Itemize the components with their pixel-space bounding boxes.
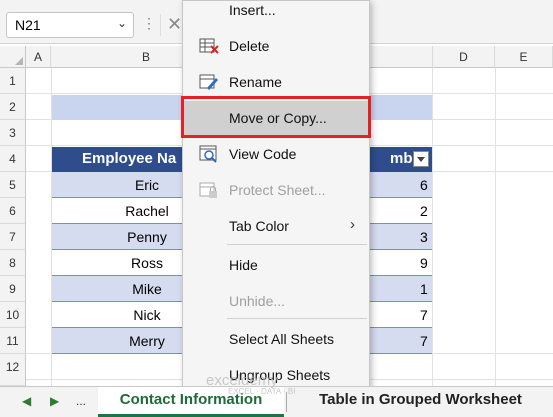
tab-table-in-grouped-worksheet[interactable]: Table in Grouped Worksheet [288, 387, 553, 417]
row-header-3[interactable]: 3 [0, 120, 26, 146]
row-header-6[interactable]: 6 [0, 198, 26, 224]
cell-number: 2 [420, 203, 428, 219]
protect-sheet-icon [199, 181, 219, 199]
cell-number: 7 [420, 307, 428, 323]
menu-separator [227, 318, 367, 319]
select-all-corner[interactable] [0, 46, 26, 68]
cell-number: 9 [420, 255, 428, 271]
menu-item-unhide[interactable]: Unhide... [183, 284, 369, 318]
menu-separator [227, 244, 367, 245]
menu-item-view-code[interactable]: View Code [183, 137, 369, 171]
highlight-box [181, 96, 371, 138]
menu-item-insert[interactable]: Insert... [183, 0, 369, 27]
row-header-1[interactable]: 1 [0, 68, 26, 94]
more-sheets-button[interactable]: ... [76, 394, 86, 408]
row-header-4[interactable]: 4 [0, 146, 26, 172]
row-header-2[interactable]: 2 [0, 94, 26, 120]
exceldemy-watermark: exceldemy EXCEL · DATA · BI [206, 372, 295, 396]
menu-item-label: Unhide... [229, 293, 286, 309]
rename-sheet-icon [199, 73, 219, 91]
menu-item-select-all-sheets[interactable]: Select All Sheets [183, 322, 369, 356]
menu-item-label: Hide [229, 257, 258, 273]
cell-number: 1 [420, 281, 428, 297]
row-header-11[interactable]: 11 [0, 328, 26, 354]
sheet-context-menu: Insert... Delete Rename Move or Copy... [182, 0, 370, 390]
name-box[interactable]: N21 ⌄ [6, 12, 134, 38]
row-header-9[interactable]: 9 [0, 276, 26, 302]
row-header-10[interactable]: 10 [0, 302, 26, 328]
more-options-icon[interactable]: ⋮ [142, 15, 156, 32]
column-header-e[interactable]: E [495, 46, 553, 68]
menu-item-delete[interactable]: Delete [183, 29, 369, 63]
row-header-7[interactable]: 7 [0, 224, 26, 250]
row-header-5[interactable]: 5 [0, 172, 26, 198]
row-header-12[interactable]: 12 [0, 354, 26, 386]
chevron-down-icon[interactable]: ⌄ [117, 16, 127, 30]
menu-item-rename[interactable]: Rename [183, 65, 369, 99]
view-code-icon [199, 145, 219, 163]
menu-item-hide[interactable]: Hide [183, 248, 369, 282]
menu-item-label: Select All Sheets [229, 331, 335, 347]
menu-item-label: Delete [229, 38, 270, 54]
cell-number: 7 [420, 333, 428, 349]
filter-dropdown-icon[interactable] [413, 151, 429, 167]
next-sheet-icon[interactable]: ▶ [50, 394, 59, 408]
menu-item-label: Protect Sheet... [229, 182, 326, 198]
menu-item-label: Rename [229, 74, 282, 90]
menu-item-label: Insert... [229, 2, 276, 18]
menu-item-label: Tab Color [229, 218, 289, 234]
menu-item-tab-color[interactable]: Tab Color › [183, 209, 369, 243]
menu-item-label: View Code [229, 146, 297, 162]
row-header-8[interactable]: 8 [0, 250, 26, 276]
chevron-right-icon: › [350, 216, 355, 233]
previous-sheet-icon[interactable]: ◀ [22, 394, 31, 408]
delete-sheet-icon [199, 37, 219, 55]
name-box-value: N21 [15, 17, 41, 33]
column-header-d[interactable]: D [433, 46, 495, 68]
cell-number: 3 [420, 229, 428, 245]
column-header-a[interactable]: A [26, 46, 51, 68]
cell-number: 6 [420, 177, 428, 193]
menu-item-protect-sheet[interactable]: Protect Sheet... [183, 173, 369, 207]
watermark-tagline: EXCEL · DATA · BI [228, 387, 296, 396]
header-employee-name: Employee Na [82, 150, 177, 167]
